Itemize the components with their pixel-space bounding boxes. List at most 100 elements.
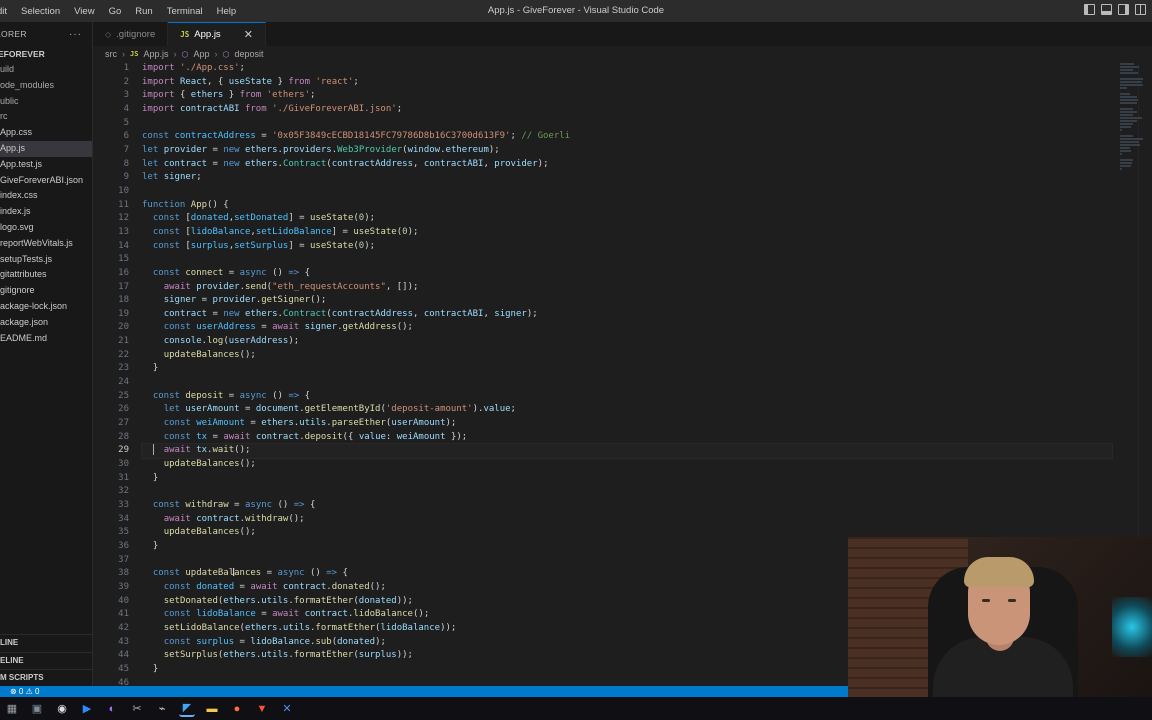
code-line[interactable] (142, 253, 1112, 267)
code-line[interactable]: updateBalances(); (142, 349, 1112, 363)
breadcrumb-deposit[interactable]: deposit (234, 49, 263, 59)
code-line[interactable]: const [surplus,setSurplus] = useState(0)… (142, 240, 1112, 254)
code-line[interactable]: const connect = async () => { (142, 267, 1112, 281)
code-token: ; (310, 90, 316, 101)
breadcrumb-src[interactable]: src (105, 49, 117, 59)
vscode-icon[interactable]: ◤ (179, 701, 195, 717)
menu-dit[interactable]: dit (0, 6, 14, 17)
brave-icon[interactable]: ▼ (254, 701, 270, 717)
code-line[interactable]: const [lidoBalance,setLidoBalance] = use… (142, 226, 1112, 240)
menu-help[interactable]: Help (210, 6, 244, 17)
breadcrumb-app[interactable]: App (193, 49, 209, 59)
status-bar: ⊗ 0 ⚠ 0 (0, 686, 848, 697)
windows-start-icon[interactable]: ▦ (4, 701, 20, 717)
code-line[interactable] (142, 376, 1112, 390)
code-line[interactable]: contract = new ethers.Contract(contractA… (142, 308, 1112, 322)
code-line[interactable]: import React, { useState } from 'react'; (142, 76, 1112, 90)
code-line[interactable]: await contract.withdraw(); (142, 513, 1112, 527)
tree-item[interactable]: ackage-lock.json (0, 299, 92, 315)
code-line[interactable]: import { ethers } from 'ethers'; (142, 89, 1112, 103)
other-app-icon[interactable]: ✕ (279, 701, 295, 717)
code-line[interactable]: const deposit = async () => { (142, 390, 1112, 404)
tree-item[interactable]: gitignore (0, 283, 92, 299)
code-line[interactable]: let provider = new ethers.providers.Web3… (142, 144, 1112, 158)
code-token: log (207, 336, 224, 347)
tool-icon[interactable]: ✂ (129, 701, 145, 717)
code-line[interactable]: const weiAmount = ethers.utils.parseEthe… (142, 417, 1112, 431)
menu-run[interactable]: Run (128, 6, 159, 17)
code-line[interactable]: await tx.wait(); (141, 443, 1113, 460)
tree-item[interactable]: rc (0, 109, 92, 125)
code-line[interactable]: } (142, 472, 1112, 486)
npm-scripts-section[interactable]: M SCRIPTS (0, 669, 92, 685)
menu-terminal[interactable]: Terminal (160, 6, 210, 17)
tree-item[interactable]: App.test.js (0, 157, 92, 173)
tab-gitignore[interactable]: ◇ .gitignore (93, 22, 169, 46)
tree-item[interactable]: App.css (0, 125, 92, 141)
tree-item[interactable]: logo.svg (0, 220, 92, 236)
toggle-secondary-sidebar-icon[interactable] (1118, 4, 1129, 15)
tree-item[interactable]: App.js (0, 140, 92, 157)
code-line[interactable]: } (142, 362, 1112, 376)
code-line[interactable]: const userAddress = await signer.getAddr… (142, 321, 1112, 335)
code-token: import (142, 63, 180, 73)
code-line[interactable]: let contract = new ethers.Contract(contr… (142, 158, 1112, 172)
code-token: ); (364, 240, 376, 251)
tree-item[interactable]: GiveForeverABI.json (0, 173, 92, 189)
code-line[interactable]: const contractAddress = '0x05F3849cECBD1… (142, 130, 1112, 144)
toggle-primary-sidebar-icon[interactable] (1084, 4, 1095, 15)
tree-item[interactable]: ackage.json (0, 315, 92, 331)
project-folder[interactable]: EFOREVER (0, 46, 92, 62)
tree-item[interactable]: ublic (0, 94, 92, 110)
tree-item[interactable]: index.js (0, 204, 92, 220)
file-manager-icon[interactable]: ▣ (29, 701, 45, 717)
code-line[interactable] (142, 117, 1112, 131)
tree-item[interactable]: index.css (0, 188, 92, 204)
menu-selection[interactable]: Selection (14, 6, 67, 17)
more-actions-icon[interactable]: ··· (69, 29, 82, 40)
minimap-line (1120, 93, 1130, 95)
customize-layout-icon[interactable] (1135, 4, 1146, 15)
code-line[interactable]: signer = provider.getSigner(); (142, 294, 1112, 308)
problems-indicator[interactable]: ⊗ 0 ⚠ 0 (10, 687, 39, 696)
outline-section[interactable]: LINE (0, 634, 92, 650)
zoom-icon[interactable]: ▶ (79, 701, 95, 717)
tree-item[interactable]: setupTests.js (0, 252, 92, 268)
tree-item[interactable]: uild (0, 62, 92, 78)
tree-item[interactable]: gitattributes (0, 267, 92, 283)
minimap[interactable] (1120, 62, 1144, 172)
code-line[interactable]: const tx = await contract.deposit({ valu… (142, 431, 1112, 445)
code-token: '0x05F3849cECBD18145FC79786D8b16C3700d61… (272, 131, 511, 142)
code-line[interactable]: import './App.css'; (142, 62, 1112, 76)
js-file-icon: JS (180, 30, 190, 39)
code-line[interactable]: import contractABI from './GiveForeverAB… (142, 103, 1112, 117)
code-line[interactable]: await provider.send("eth_requestAccounts… (142, 281, 1112, 295)
code-line[interactable]: updateBalances(); (142, 458, 1112, 472)
terminal-icon[interactable]: ⌁ (154, 701, 170, 717)
code-line[interactable]: let userAmount = document.getElementById… (142, 403, 1112, 417)
code-line[interactable] (142, 485, 1112, 499)
obs-icon[interactable]: ◉ (54, 701, 70, 717)
code-line[interactable]: let signer; (142, 171, 1112, 185)
tree-item[interactable]: EADME.md (0, 331, 92, 347)
code-line[interactable]: const withdraw = async () => { (142, 499, 1112, 513)
breadcrumb-file[interactable]: App.js (143, 49, 168, 59)
menu-view[interactable]: View (67, 6, 101, 17)
menu-go[interactable]: Go (102, 6, 129, 17)
tree-item[interactable]: ode_modules (0, 78, 92, 94)
code-line[interactable]: const [donated,setDonated] = useState(0)… (142, 212, 1112, 226)
code-line[interactable] (142, 185, 1112, 199)
github-desktop-icon[interactable]: ◐ (104, 701, 120, 717)
folder-icon[interactable]: ▬ (204, 701, 220, 717)
timeline-section[interactable]: ELINE (0, 652, 92, 668)
line-number: 37 (118, 554, 129, 565)
close-icon[interactable]: ✕ (244, 28, 253, 41)
tab-app-js[interactable]: JS App.js ✕ (168, 22, 266, 46)
toggle-panel-icon[interactable] (1101, 4, 1112, 15)
code-token: ethers (261, 418, 294, 429)
code-line[interactable]: console.log(userAddress); (142, 335, 1112, 349)
firefox-icon[interactable]: ● (229, 701, 245, 717)
code-line[interactable]: function App() { (142, 199, 1112, 213)
tree-item[interactable]: reportWebVitals.js (0, 236, 92, 252)
